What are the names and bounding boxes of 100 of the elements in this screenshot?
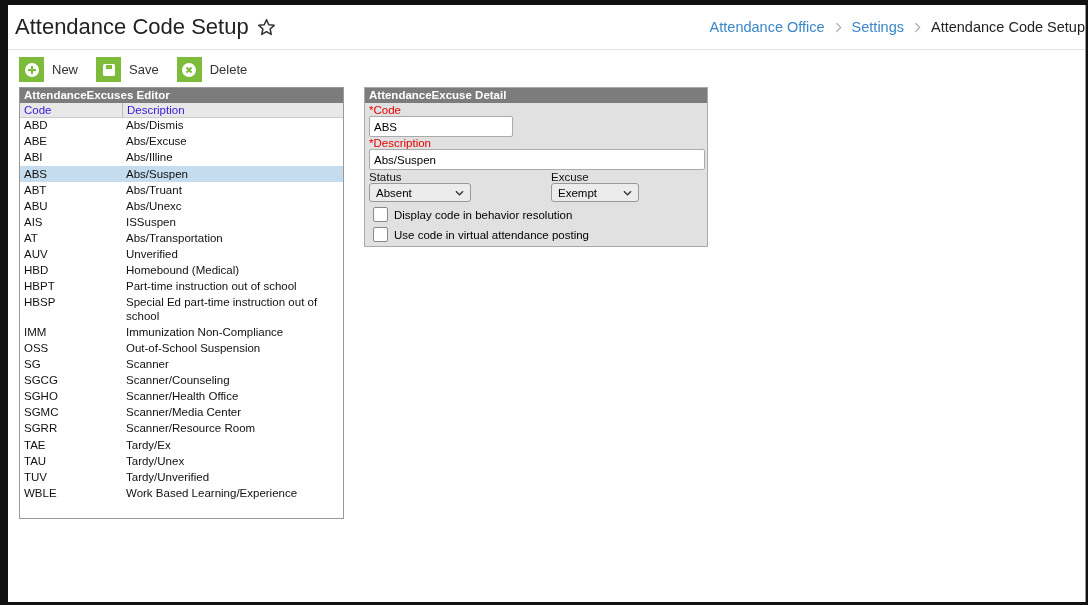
table-row[interactable]: AUV Unverified (20, 246, 343, 263)
table-cell-text: HBPT (23, 280, 56, 294)
table-cell-text: Scanner (125, 358, 170, 372)
plus-icon[interactable] (19, 57, 44, 82)
table-cell-text: Tardy/Unverified (125, 470, 211, 485)
table-row[interactable]: SGMC Scanner/Media Center (20, 405, 343, 422)
table-row[interactable]: ABE Abs/Excuse (20, 134, 343, 151)
excuse-dropdown[interactable]: Exempt (551, 183, 639, 202)
table-cell-text: ABS (23, 167, 48, 182)
table-cell-text: Abs/Dismis (125, 119, 185, 133)
table-cell-text: ABI (23, 151, 44, 165)
table-cell-text: ABE (23, 135, 48, 149)
save-icon[interactable] (96, 57, 121, 82)
table-cell-text: SG (23, 358, 42, 372)
table-cell-text: SGMC (23, 406, 60, 420)
status-dropdown[interactable]: Absent (369, 183, 471, 202)
table-cell-text: Abs/Excuse (125, 135, 188, 149)
toolbar-button[interactable]: Delete (209, 62, 248, 77)
description-field[interactable]: Abs/Suspen (369, 149, 705, 170)
table-cell-text: AIS (23, 215, 44, 230)
checkbox[interactable] (373, 227, 388, 242)
table-row[interactable]: IMM Immunization Non-Compliance (20, 324, 343, 341)
table-cell-text: Part-time instruction out of school (125, 280, 298, 294)
table-row[interactable]: OSS Out-of-School Suspension (20, 340, 343, 357)
checkbox-label: Use code in virtual attendance posting (394, 228, 589, 241)
table-row[interactable]: AIS ISSuspen (20, 214, 343, 231)
table-cell-text: IMM (23, 325, 48, 340)
table-row[interactable]: SGCG Scanner/Counseling (20, 372, 343, 389)
table-row[interactable]: AT Abs/Transportation (20, 230, 343, 247)
chevron-icon (834, 21, 842, 33)
table-cell-text: Scanner/Resource Room (125, 422, 257, 436)
table-row[interactable]: HBD Homebound (Medical) (20, 262, 343, 279)
table-cell-text: Scanner/Counseling (125, 374, 231, 388)
table-cell-text: Homebound (Medical) (125, 264, 241, 278)
table-cell-text: OSS (23, 342, 50, 356)
table-row[interactable]: WBLE Work Based Learning/Experience (20, 485, 343, 502)
table-row[interactable]: ABI Abs/Illine (20, 150, 343, 167)
page-title: Attendance Code Setup (15, 14, 249, 40)
table-row[interactable]: ABU Abs/Unexc (20, 198, 343, 215)
table-cell-text: SGCG (23, 374, 59, 388)
table-row[interactable]: ABT Abs/Truant (20, 182, 343, 199)
column-header[interactable]: Code (20, 103, 123, 117)
table-row[interactable]: ABS Abs/Suspen (20, 166, 343, 183)
field-label: Status (369, 171, 403, 183)
table-cell-text: HBD (23, 264, 50, 278)
table-cell-text: Scanner/Media Center (125, 406, 243, 420)
table-cell-text: Immunization Non-Compliance (125, 325, 285, 340)
delete-icon[interactable] (176, 57, 202, 82)
table-row[interactable]: SG Scanner (20, 356, 343, 373)
field-label: *Code (369, 104, 401, 116)
checkbox[interactable] (373, 207, 388, 222)
breadcrumb-link[interactable]: Settings (851, 19, 904, 35)
toolbar-button[interactable]: Save (129, 62, 159, 77)
field-label: *Description (369, 137, 431, 149)
table-row[interactable]: HBSP Special Ed part-time instruction out of school (20, 295, 343, 325)
table-cell-text: TAU (23, 454, 48, 469)
panel-header: AttendanceExcuse Detail (365, 88, 707, 103)
breadcrumb-link[interactable]: Attendance Office (709, 19, 825, 35)
column-header[interactable]: Description (123, 103, 343, 117)
table-cell-text: ABU (23, 199, 49, 214)
table-row[interactable]: TUV Tardy/Unverified (20, 469, 343, 486)
table-cell-text: Work Based Learning/Experience (125, 486, 299, 501)
table-cell-text: Abs/Truant (125, 183, 183, 198)
table-cell-text: AUV (23, 248, 49, 262)
code-field[interactable]: ABS (369, 116, 513, 137)
table-cell-text: ABT (23, 183, 48, 198)
table-cell-text: SGRR (23, 422, 59, 436)
star-icon[interactable] (256, 17, 276, 37)
table-cell-text: WBLE (23, 486, 58, 501)
toolbar-button[interactable]: New (52, 62, 78, 77)
table-row[interactable]: TAE Tardy/Ex (20, 437, 343, 454)
panel-header: AttendanceExcuses Editor (20, 88, 343, 103)
breadcrumb-current: Attendance Code Setup (931, 19, 1085, 35)
table-cell-text: Abs/Illine (125, 151, 174, 165)
table-cell-text: Abs/Suspen (125, 167, 189, 182)
table-row[interactable]: ABD Abs/Dismis (20, 118, 343, 135)
table-row[interactable]: SGRR Scanner/Resource Room (20, 421, 343, 438)
table-cell-text: AT (23, 231, 39, 246)
table-cell-text: Tardy/Ex (125, 438, 172, 453)
table-cell-text: Abs/Unexc (125, 199, 183, 214)
table-cell-text: HBSP (23, 296, 57, 311)
table-cell-text: ABD (23, 119, 49, 133)
table-cell-text: ISSuspen (125, 215, 177, 230)
table-cell-text: Tardy/Unex (125, 454, 186, 469)
caret-icon (455, 189, 464, 196)
table-row[interactable]: TAU Tardy/Unex (20, 453, 343, 470)
chevron-icon (914, 21, 921, 33)
table-cell-text: SGHO (23, 390, 59, 404)
checkbox-label: Display code in behavior resolution (394, 208, 573, 221)
table-row[interactable]: SGHO Scanner/Health Office (20, 389, 343, 406)
table-cell-text: Abs/Transportation (125, 231, 224, 246)
table-cell-text: Special Ed part-time instruction out of school (125, 296, 319, 324)
field-label: Excuse (551, 171, 590, 183)
caret-icon (623, 189, 632, 196)
table-cell-text: TUV (23, 470, 48, 485)
table-row[interactable]: HBPT Part-time instruction out of school (20, 278, 343, 296)
table-cell-text: Scanner/Health Office (125, 390, 240, 404)
table-cell-text: TAE (23, 438, 47, 453)
table-cell-text: Unverified (125, 248, 179, 262)
table-cell-text: Out-of-School Suspension (125, 342, 262, 356)
